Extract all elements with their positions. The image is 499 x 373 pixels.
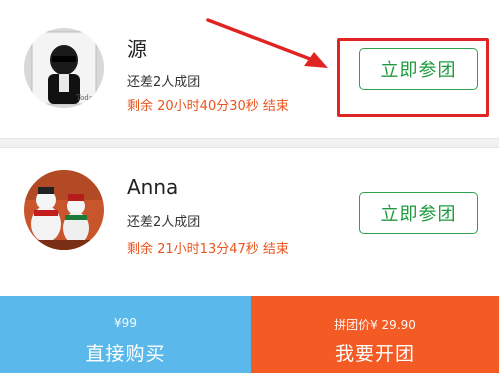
group-buy-page: Today 源 还差2人成团 剩余 20小时40分30秒 结束 立即参团 Ann… [0, 0, 499, 373]
buy-direct-price: ¥99 [114, 316, 137, 330]
user-avatar: Today [24, 28, 104, 108]
avatar-photo-icon: Today [24, 28, 104, 108]
member-name: Anna [127, 175, 179, 199]
bottom-action-bar: ¥99 直接购买 拼团价¥ 29.90 我要开团 [0, 296, 499, 373]
countdown-text: 剩余 20小时40分30秒 结束 [127, 99, 289, 114]
join-group-button[interactable]: 立即参团 [359, 192, 478, 234]
countdown-text: 剩余 21小时13分47秒 结束 [127, 242, 289, 257]
open-group-label: 我要开团 [334, 343, 415, 365]
row-divider [0, 138, 499, 148]
members-needed-text: 还差2人成团 [127, 215, 201, 230]
members-needed-text: 还差2人成团 [127, 75, 201, 90]
buy-direct-button[interactable]: ¥99 直接购买 [0, 296, 251, 373]
user-avatar [24, 170, 104, 250]
group-price: 拼团价¥ 29.90 [334, 318, 416, 332]
group-row: Anna 还差2人成团 剩余 21小时13分47秒 结束 立即参团 [0, 148, 499, 286]
open-group-button[interactable]: 拼团价¥ 29.90 我要开团 [251, 296, 499, 373]
group-row: Today 源 还差2人成团 剩余 20小时40分30秒 结束 立即参团 [0, 0, 499, 138]
avatar-photo-icon [24, 170, 104, 250]
svg-text:Today: Today [76, 94, 97, 102]
join-group-button[interactable]: 立即参团 [359, 48, 478, 90]
member-name: 源 [127, 37, 147, 61]
buy-direct-label: 直接购买 [85, 343, 166, 365]
annotation-arrow-icon [206, 18, 328, 68]
